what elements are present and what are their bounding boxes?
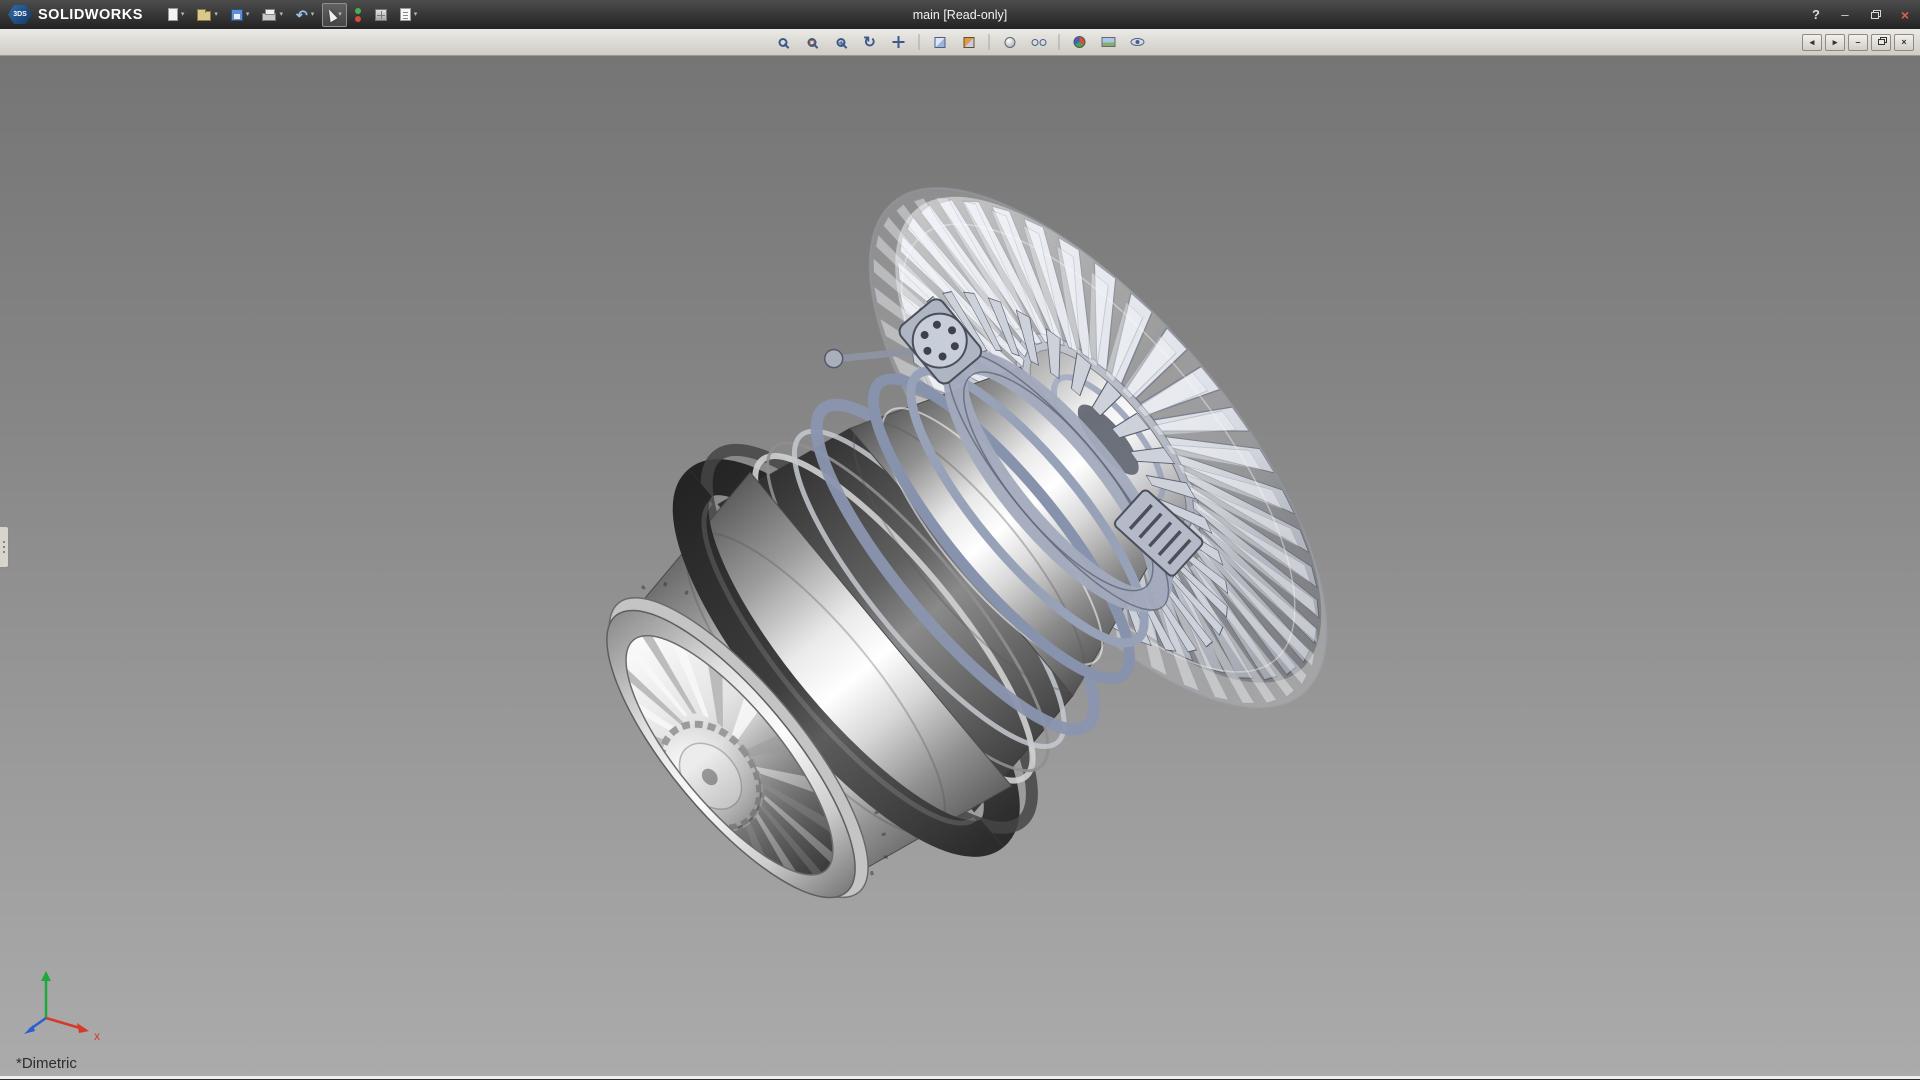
standard-views-button[interactable] bbox=[928, 31, 952, 53]
dropdown-caret-icon[interactable]: ▾ bbox=[214, 11, 218, 18]
select-button[interactable]: ▾ bbox=[322, 3, 347, 27]
zoom-in-out-icon bbox=[836, 38, 845, 47]
view-settings-icon bbox=[1131, 38, 1145, 46]
minimize-document-button[interactable]: – bbox=[1848, 34, 1868, 51]
rotate-view-button[interactable]: ↻ bbox=[858, 31, 882, 53]
rebuild-icon bbox=[355, 8, 362, 22]
graphics-area[interactable]: x *Dimetric bbox=[0, 56, 1920, 1076]
x-axis-label: x bbox=[94, 1029, 100, 1043]
dropdown-caret-icon[interactable]: ▾ bbox=[181, 11, 185, 18]
turbine-model-svg[interactable] bbox=[0, 56, 1920, 1076]
y-axis-arrow bbox=[41, 971, 51, 981]
toolbar-separator bbox=[1059, 34, 1060, 50]
file-toolbar: ▾▾▾▾↶▾▾▾ bbox=[163, 0, 422, 29]
titlebar: 3DS SOLIDWORKS ▾▾▾▾↶▾▾▾ main [Read-only]… bbox=[0, 0, 1920, 29]
solidworks-logo: 3DS SOLIDWORKS bbox=[0, 5, 153, 24]
restore-document-button[interactable] bbox=[1871, 34, 1891, 51]
dropdown-caret-icon[interactable]: ▾ bbox=[338, 11, 342, 18]
section-view-button[interactable] bbox=[957, 31, 981, 53]
apply-scene-icon bbox=[1102, 37, 1116, 47]
view-orientation-label: *Dimetric bbox=[16, 1055, 77, 1072]
undo-icon: ↶ bbox=[296, 8, 308, 22]
display-style-icon bbox=[1004, 37, 1015, 48]
view-settings-button[interactable] bbox=[1126, 31, 1150, 53]
rebuild-button[interactable] bbox=[350, 3, 367, 27]
print-button[interactable]: ▾ bbox=[257, 3, 288, 27]
heads-up-view-toolbar: ↻ bbox=[771, 31, 1150, 53]
edit-appearance-button[interactable] bbox=[1068, 31, 1092, 53]
apply-scene-button[interactable] bbox=[1097, 31, 1121, 53]
restore-document-icon bbox=[1878, 39, 1885, 45]
print-icon bbox=[262, 13, 276, 21]
edit-appearance-icon bbox=[1074, 36, 1086, 48]
dropdown-caret-icon[interactable]: ▾ bbox=[311, 11, 315, 18]
options-icon bbox=[375, 9, 387, 21]
select-icon bbox=[325, 7, 338, 21]
pan-button[interactable] bbox=[887, 31, 911, 53]
dropdown-caret-icon[interactable]: ▾ bbox=[414, 11, 418, 18]
orientation-triad: x bbox=[16, 964, 112, 1048]
x-axis bbox=[46, 1018, 80, 1028]
zoom-to-fit-icon bbox=[778, 38, 787, 47]
window-controls: ? – × bbox=[1808, 0, 1914, 29]
bottom-strip bbox=[0, 1076, 1920, 1079]
new-document-icon bbox=[168, 8, 178, 21]
zoom-to-area-button[interactable] bbox=[800, 31, 824, 53]
restore-icon bbox=[1871, 12, 1879, 19]
section-view-icon bbox=[963, 37, 974, 48]
toolbar-separator bbox=[919, 34, 920, 50]
open-button[interactable]: ▾ bbox=[192, 3, 223, 27]
help-button[interactable]: ? bbox=[1808, 7, 1824, 22]
close-document-icon: × bbox=[1901, 37, 1906, 47]
next-window-button[interactable]: ▸ bbox=[1825, 34, 1845, 51]
close-document-button[interactable]: × bbox=[1894, 34, 1914, 51]
document-window-controls: ◂ ▸ – × bbox=[1802, 34, 1914, 51]
z-axis-arrow bbox=[24, 1025, 35, 1034]
x-axis-arrow bbox=[77, 1023, 89, 1033]
dassault-3ds-logo-icon: 3DS bbox=[8, 5, 32, 24]
new-document-button[interactable]: ▾ bbox=[163, 3, 190, 27]
minimize-document-icon: – bbox=[1855, 37, 1860, 47]
file-properties-button[interactable]: ▾ bbox=[395, 3, 423, 27]
previous-window-button[interactable]: ◂ bbox=[1802, 34, 1822, 51]
solidworks-window: 3DS SOLIDWORKS ▾▾▾▾↶▾▾▾ main [Read-only]… bbox=[0, 0, 1920, 1080]
pan-icon bbox=[893, 36, 905, 48]
file-properties-icon bbox=[400, 8, 411, 21]
options-button[interactable] bbox=[370, 3, 392, 27]
hide-show-items-button[interactable] bbox=[1027, 31, 1051, 53]
save-icon bbox=[231, 9, 243, 21]
display-style-button[interactable] bbox=[998, 31, 1022, 53]
dropdown-caret-icon[interactable]: ▾ bbox=[246, 11, 250, 18]
previous-window-icon: ◂ bbox=[1810, 37, 1815, 48]
save-button[interactable]: ▾ bbox=[226, 3, 255, 27]
solidworks-logo-text: SOLIDWORKS bbox=[38, 7, 143, 23]
dropdown-caret-icon[interactable]: ▾ bbox=[279, 11, 283, 18]
minimize-window-button[interactable]: – bbox=[1836, 7, 1854, 23]
document-title: main [Read-only] bbox=[913, 8, 1008, 22]
zoom-in-out-button[interactable] bbox=[829, 31, 853, 53]
toolbar-separator bbox=[989, 34, 990, 50]
open-icon bbox=[197, 11, 211, 21]
jet-engine-model[interactable] bbox=[469, 117, 1405, 1048]
next-window-icon: ▸ bbox=[1833, 37, 1838, 48]
rotate-view-icon: ↻ bbox=[863, 35, 876, 50]
zoom-to-fit-button[interactable] bbox=[771, 31, 795, 53]
undo-button[interactable]: ↶▾ bbox=[291, 3, 319, 27]
hide-show-items-icon bbox=[1031, 39, 1046, 46]
feature-tree-collapse-handle[interactable] bbox=[0, 526, 9, 568]
zoom-to-area-icon bbox=[807, 38, 816, 47]
standard-views-icon bbox=[934, 37, 945, 48]
close-window-button[interactable]: × bbox=[1896, 7, 1914, 23]
restore-window-button[interactable] bbox=[1866, 7, 1884, 23]
view-toolbar-row: ↻ ◂ ▸ – × bbox=[0, 29, 1920, 56]
